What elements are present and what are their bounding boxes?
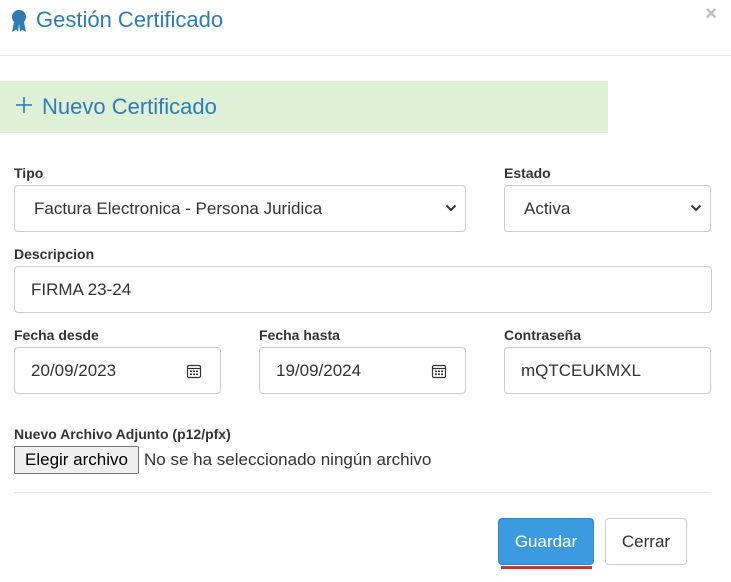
chevron-down-icon: [690, 204, 702, 212]
chevron-down-icon: [445, 204, 457, 212]
descripcion-label: Descripcion: [14, 246, 95, 262]
fecha-hasta-value: 19/09/2024: [276, 361, 362, 380]
file-status-text: No se ha seleccionado ningún archivo: [144, 450, 432, 469]
section-title: Nuevo Certificado: [42, 94, 217, 119]
calendar-icon[interactable]: [186, 363, 202, 379]
fecha-desde-input[interactable]: 20/09/2023: [14, 347, 221, 394]
award-ribbon-icon: [12, 10, 26, 32]
footer-divider: [14, 492, 711, 493]
tipo-label: Tipo: [14, 165, 44, 181]
fecha-desde-value: 20/09/2023: [31, 361, 117, 380]
fecha-desde-label: Fecha desde: [14, 327, 99, 343]
section-header: Nuevo Certificado: [0, 81, 608, 133]
tipo-select[interactable]: Factura Electronica - Persona Juridica: [14, 185, 466, 232]
descripcion-input[interactable]: FIRMA 23-24: [14, 266, 712, 313]
contrasena-value: mQTCEUKMXL: [521, 361, 641, 380]
close-icon[interactable]: ×: [705, 3, 717, 25]
modal-header: Gestión Certificado ×: [0, 0, 731, 56]
contrasena-input[interactable]: mQTCEUKMXL: [504, 347, 711, 394]
contrasena-label: Contraseña: [504, 327, 582, 343]
save-button[interactable]: Guardar: [498, 518, 594, 565]
estado-value: Activa: [524, 199, 571, 218]
save-button-focus-underline: [501, 566, 592, 569]
calendar-icon[interactable]: [431, 363, 447, 379]
fecha-hasta-input[interactable]: 19/09/2024: [259, 347, 466, 394]
estado-select[interactable]: Activa: [504, 185, 711, 232]
tipo-value: Factura Electronica - Persona Juridica: [34, 199, 323, 218]
archivo-label: Nuevo Archivo Adjunto (p12/pfx): [14, 426, 231, 442]
choose-file-button[interactable]: Elegir archivo: [14, 446, 139, 474]
estado-label: Estado: [504, 165, 551, 181]
plus-icon: [16, 97, 32, 113]
fecha-hasta-label: Fecha hasta: [259, 327, 340, 343]
modal-title: Gestión Certificado: [36, 7, 224, 32]
descripcion-value: FIRMA 23-24: [31, 280, 132, 299]
close-button[interactable]: Cerrar: [605, 518, 687, 565]
